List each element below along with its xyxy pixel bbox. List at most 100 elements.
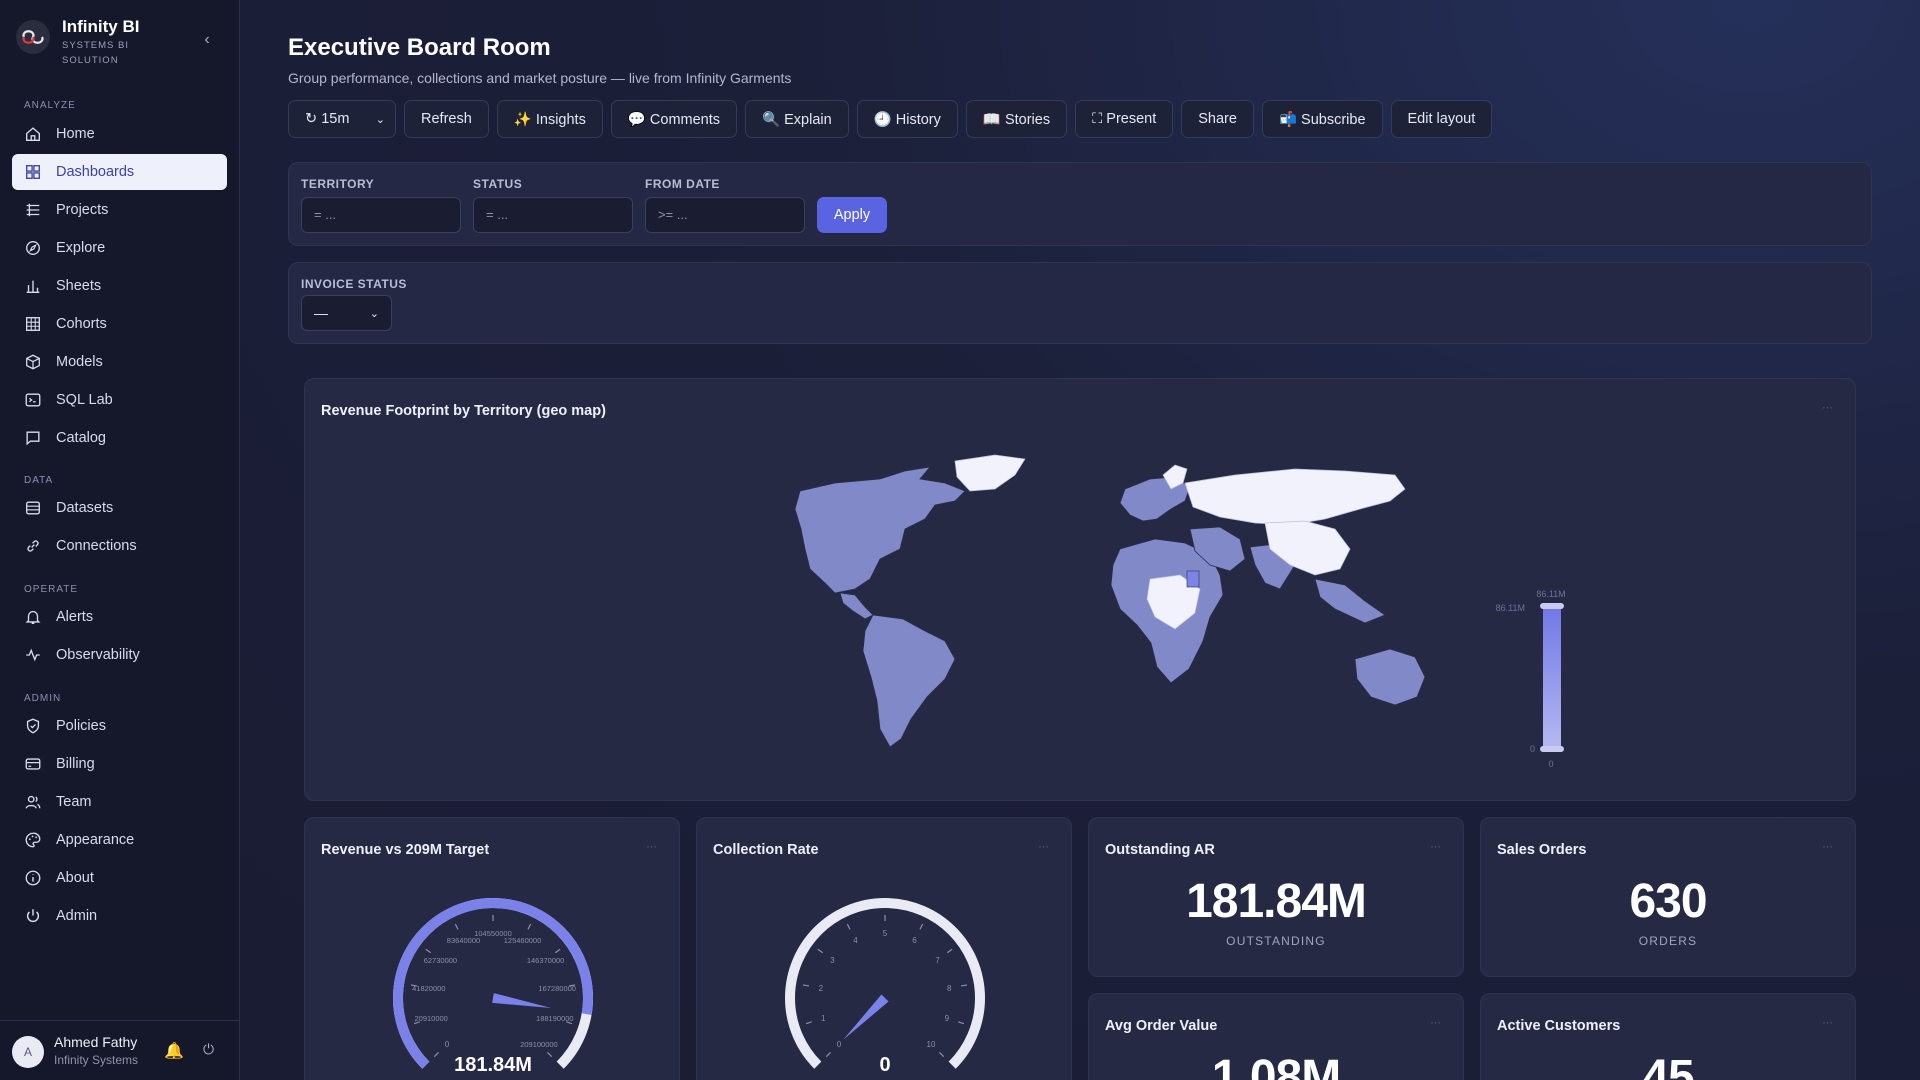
share-button[interactable]: Share xyxy=(1181,100,1254,138)
gauge-tick xyxy=(958,1021,965,1025)
gauge-tick xyxy=(825,1052,831,1058)
legend-max-upper: 86.11M xyxy=(1536,589,1565,599)
section-label-admin: ADMIN xyxy=(24,693,62,704)
sidebar-item-policies[interactable]: Policies xyxy=(12,708,227,744)
explain-button[interactable]: 🔍 Explain xyxy=(745,100,849,138)
present-button[interactable]: ⛶ Present xyxy=(1075,100,1174,138)
refresh-interval-text: 15m xyxy=(321,111,350,127)
sidebar-item-label: SQL Lab xyxy=(56,392,113,408)
sidebar-item-sheets[interactable]: Sheets xyxy=(12,268,227,304)
edit-layout-button[interactable]: Edit layout xyxy=(1390,100,1493,138)
gauge-value: 0 xyxy=(879,1054,890,1076)
card-menu-icon[interactable]: ⋯ xyxy=(1430,1016,1441,1029)
sidebar-item-connections[interactable]: Connections xyxy=(12,528,227,564)
grid-icon xyxy=(26,317,40,331)
avatar[interactable]: A xyxy=(12,1036,44,1068)
territory-filter-input[interactable]: = ... xyxy=(301,197,461,233)
gauge-tick xyxy=(433,1052,439,1058)
notifications-bell-icon[interactable]: 🔔 xyxy=(164,1041,184,1061)
avg-order-value-title: Avg Order Value xyxy=(1105,1018,1218,1034)
gauge-pointer xyxy=(843,994,889,1040)
sidebar-item-observability[interactable]: Observability xyxy=(12,637,227,673)
outstanding-ar-title: Outstanding AR xyxy=(1105,842,1215,858)
refresh-interval-select[interactable]: ↻ 15m ⌄ xyxy=(288,100,396,138)
sidebar-item-projects[interactable]: Projects xyxy=(12,192,227,228)
comments-button[interactable]: 💬 Comments xyxy=(610,100,738,138)
dashboard-icon xyxy=(26,165,40,179)
bar-chart-icon xyxy=(26,280,40,293)
sidebar-item-home[interactable]: Home xyxy=(12,116,227,152)
apply-filters-button[interactable]: Apply xyxy=(817,197,887,233)
gauge-tick xyxy=(946,948,953,954)
gauge-tick xyxy=(939,1052,945,1058)
legend-min-side: 0 xyxy=(1530,744,1535,754)
page-title: Executive Board Room xyxy=(288,34,551,61)
history-button[interactable]: 🕘 History xyxy=(856,100,958,138)
refresh-interval-value: ↻ 15m xyxy=(305,111,349,127)
card-menu-icon[interactable]: ⋯ xyxy=(1822,840,1833,853)
sidebar-item-admin[interactable]: Admin xyxy=(12,898,227,934)
sidebar-item-team[interactable]: Team xyxy=(12,784,227,820)
sidebar-item-label: Dashboards xyxy=(56,164,135,180)
outstanding-ar-value: 181.84M xyxy=(1186,875,1367,928)
logout-power-icon[interactable]: ⏻ xyxy=(203,1041,214,1058)
collapse-sidebar-icon[interactable]: ‹ xyxy=(198,31,216,49)
sidebar-item-label: Home xyxy=(56,126,95,142)
sidebar-item-label: Alerts xyxy=(56,609,94,625)
palette-icon xyxy=(25,832,41,848)
gauge-tick xyxy=(547,1052,553,1058)
status-filter-input[interactable]: = ... xyxy=(473,197,633,233)
sidebar-item-label: Catalog xyxy=(56,430,106,446)
chevron-down-icon: ⌄ xyxy=(369,307,379,320)
gauge-tick xyxy=(919,923,924,930)
sidebar-item-catalog[interactable]: Catalog xyxy=(12,420,227,456)
compass-icon xyxy=(26,241,40,255)
brand[interactable]: Infinity BI SYSTEMS BI SOLUTION xyxy=(16,16,226,68)
collection-rate-card: Collection Rate ⋯ 0 1 2 3 4 5 6 7 8 9 10 0 xyxy=(696,817,1072,1080)
gauge-tick-label: 125460000 xyxy=(504,936,542,945)
sidebar-item-datasets[interactable]: Datasets xyxy=(12,490,227,526)
world-map[interactable]: 86.11M 86.11M 0 0 xyxy=(305,379,1856,801)
sales-orders-title: Sales Orders xyxy=(1497,842,1587,858)
sidebar-item-label: Team xyxy=(56,794,92,810)
invoice-status-select[interactable]: — ⌄ xyxy=(301,295,392,331)
sidebar-item-billing[interactable]: Billing xyxy=(12,746,227,782)
gauge-tick-label: 2 xyxy=(819,984,824,993)
sidebar-item-explore[interactable]: Explore xyxy=(12,230,227,266)
legend-gradient-bar xyxy=(1543,607,1561,749)
south-america-region xyxy=(862,614,956,748)
section-label-analyze: ANALYZE xyxy=(24,100,76,111)
credit-card-icon xyxy=(25,758,41,770)
sidebar-item-about[interactable]: About xyxy=(12,860,227,896)
toolbar: ↻ 15m ⌄ Refresh ✨ Insights 💬 Comments 🔍 … xyxy=(288,100,1493,138)
sidebar-item-cohorts[interactable]: Cohorts xyxy=(12,306,227,342)
home-icon xyxy=(26,127,40,141)
from-date-filter-input[interactable]: >= ... xyxy=(645,197,805,233)
stories-button[interactable]: 📖 Stories xyxy=(965,100,1068,138)
sidebar-item-label: Models xyxy=(56,354,103,370)
card-menu-icon[interactable]: ⋯ xyxy=(1822,1016,1833,1029)
sidebar-item-label: Datasets xyxy=(56,500,114,516)
chat-icon xyxy=(26,431,40,446)
sidebar-item-models[interactable]: Models xyxy=(12,344,227,380)
insights-button[interactable]: ✨ Insights xyxy=(496,100,603,138)
avg-order-value-card: Avg Order Value ⋯ 1.08M xyxy=(1088,993,1464,1080)
southeast-asia-region xyxy=(1314,578,1386,624)
gauge-tick xyxy=(454,923,459,930)
gauge-tick-label: 3 xyxy=(830,956,835,965)
sidebar-item-sql-lab[interactable]: SQL Lab xyxy=(12,382,227,418)
gauge-tick xyxy=(960,984,968,987)
section-label-operate: OPERATE xyxy=(24,584,79,595)
sidebar-item-appearance[interactable]: Appearance xyxy=(12,822,227,858)
sidebar-item-alerts[interactable]: Alerts xyxy=(12,599,227,635)
active-customers-title: Active Customers xyxy=(1497,1018,1621,1034)
terminal-icon xyxy=(25,393,41,407)
user-area: A Ahmed Fathy Infinity Systems 🔔 ⏻ xyxy=(0,1020,240,1080)
sidebar-item-dashboards[interactable]: Dashboards xyxy=(12,154,227,190)
subscribe-button[interactable]: 📬 Subscribe xyxy=(1261,100,1383,138)
gauge-tick-label: 167280000 xyxy=(538,984,576,993)
refresh-button[interactable]: Refresh xyxy=(404,100,489,138)
card-menu-icon[interactable]: ⋯ xyxy=(1430,840,1441,853)
gauge-tick-label: 4 xyxy=(853,936,858,945)
sales-orders-label: ORDERS xyxy=(1638,934,1698,948)
